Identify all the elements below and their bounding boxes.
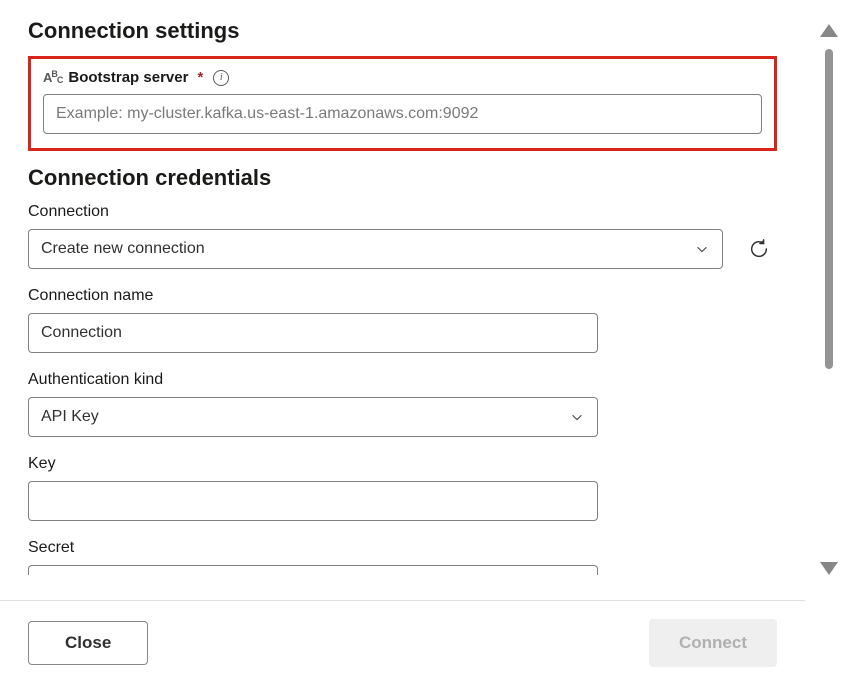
refresh-button[interactable] bbox=[741, 231, 777, 267]
secret-input-partial[interactable] bbox=[28, 565, 598, 575]
key-field: Key bbox=[28, 455, 777, 521]
connection-name-label: Connection name bbox=[28, 287, 777, 305]
secret-field: Secret bbox=[28, 539, 777, 575]
bootstrap-server-input[interactable] bbox=[43, 94, 762, 134]
content-area: Connection settings ABC Bootstrap server… bbox=[0, 0, 805, 685]
connect-button[interactable]: Connect bbox=[649, 619, 777, 667]
connection-select-wrap bbox=[28, 229, 777, 269]
scrollbar-thumb[interactable] bbox=[825, 49, 833, 369]
scroll-inner: Connection settings ABC Bootstrap server… bbox=[0, 0, 805, 575]
key-label: Key bbox=[28, 455, 777, 473]
bootstrap-server-highlight: ABC Bootstrap server * i bbox=[28, 56, 777, 151]
dialog-footer: Close Connect bbox=[0, 601, 805, 685]
authentication-kind-select[interactable] bbox=[28, 397, 598, 437]
required-asterisk: * bbox=[197, 69, 203, 86]
bootstrap-server-label-row: ABC Bootstrap server * i bbox=[43, 69, 762, 86]
secret-label: Secret bbox=[28, 539, 777, 557]
connection-name-field: Connection name bbox=[28, 287, 777, 353]
scrollbar[interactable] bbox=[818, 24, 840, 575]
info-icon[interactable]: i bbox=[213, 70, 229, 86]
section-title-connection-settings: Connection settings bbox=[28, 18, 777, 44]
connection-select[interactable] bbox=[28, 229, 723, 269]
scroll-down-icon[interactable] bbox=[820, 562, 838, 575]
text-type-icon: ABC bbox=[43, 70, 62, 86]
key-input[interactable] bbox=[28, 481, 598, 521]
authentication-kind-label: Authentication kind bbox=[28, 371, 777, 389]
close-button[interactable]: Close bbox=[28, 621, 148, 665]
connection-name-input[interactable] bbox=[28, 313, 598, 353]
connection-field: Connection bbox=[28, 203, 777, 269]
authentication-kind-field: Authentication kind bbox=[28, 371, 777, 437]
dialog-root: Connection settings ABC Bootstrap server… bbox=[0, 0, 850, 685]
bootstrap-server-label: Bootstrap server bbox=[68, 69, 188, 86]
section-title-connection-credentials: Connection credentials bbox=[28, 165, 777, 191]
connection-label: Connection bbox=[28, 203, 777, 221]
scroll-up-icon[interactable] bbox=[820, 24, 838, 37]
